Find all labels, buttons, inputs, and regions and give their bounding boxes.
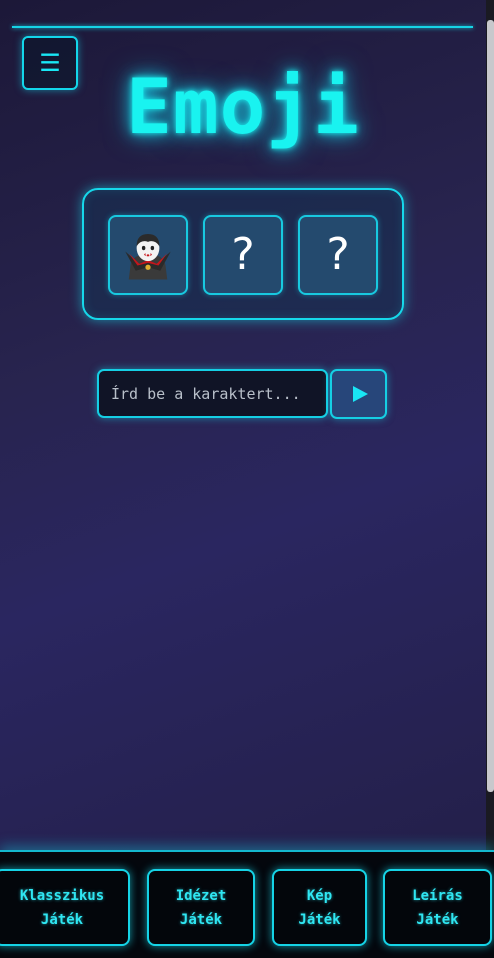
mode-label-line2: Játék [416, 911, 459, 928]
scrollbar[interactable] [486, 0, 494, 958]
hidden-slot-mark: ? [231, 229, 255, 280]
game-mode-bar: Klasszikus Játék Idézet Játék Kép Játék … [0, 850, 494, 958]
mode-button-idezet[interactable]: Idézet Játék [147, 869, 255, 946]
mode-button-klasszikus[interactable]: Klasszikus Játék [0, 869, 130, 946]
mode-button-kep[interactable]: Kép Játék [272, 869, 367, 946]
mode-label-line1: Kép [306, 887, 333, 904]
character-guess-input[interactable] [97, 369, 328, 418]
play-icon [352, 386, 368, 402]
mode-label-line1: Idézet [175, 887, 227, 904]
emoji-slot-1 [108, 215, 188, 295]
mode-button-leiras[interactable]: Leírás Játék [383, 869, 492, 946]
mode-label-line2: Játék [179, 911, 223, 928]
page-title: Emoji [126, 62, 360, 151]
mode-label-line2: Játék [40, 911, 84, 928]
mode-label-line1: Klasszikus [19, 887, 105, 904]
mode-label-line2: Játék [298, 911, 341, 928]
vampire-icon [120, 227, 176, 283]
hidden-slot-mark: ? [326, 229, 350, 280]
mode-label-line1: Leírás [412, 887, 463, 904]
emoji-slot-2: ? [203, 215, 283, 295]
scrollbar-thumb[interactable] [487, 20, 494, 792]
emoji-slot-3: ? [298, 215, 378, 295]
submit-guess-button[interactable] [330, 369, 387, 419]
header-divider [12, 26, 473, 28]
emoji-clue-panel: ? ? [82, 188, 404, 320]
